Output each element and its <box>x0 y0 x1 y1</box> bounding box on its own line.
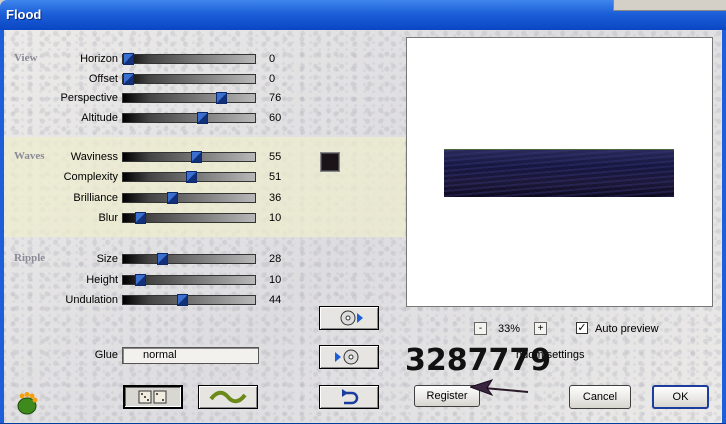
slider-value-undulation[interactable]: 44 <box>269 294 289 306</box>
slider-thumb-height[interactable] <box>135 274 146 286</box>
randomize-dice-button[interactable] <box>123 385 183 409</box>
slider-undulation[interactable] <box>122 294 256 306</box>
zoom-level: 33% <box>498 323 521 335</box>
slider-label-height: Height <box>86 274 118 286</box>
slider-thumb-brilliance[interactable] <box>167 192 178 204</box>
slider-label-size: Size <box>96 253 118 265</box>
slider-value-waviness[interactable]: 55 <box>269 151 289 163</box>
glue-select[interactable]: normal <box>122 347 259 364</box>
slider-offset[interactable] <box>122 73 256 85</box>
wave-icon <box>209 390 247 404</box>
slider-value-offset[interactable]: 0 <box>269 73 289 85</box>
slider-value-horizon[interactable]: 0 <box>269 53 289 65</box>
slider-thumb-offset[interactable] <box>123 73 134 85</box>
disc-forward-button[interactable] <box>319 306 379 330</box>
slider-thumb-altitude[interactable] <box>197 112 208 124</box>
slider-thumb-horizon[interactable] <box>123 53 134 65</box>
wave-color-swatch[interactable] <box>320 152 340 172</box>
window-title: Flood <box>6 7 42 22</box>
background-window-fragment <box>613 0 726 11</box>
slider-waviness[interactable] <box>122 151 256 163</box>
overlay-number: 3287779 <box>405 343 552 378</box>
cancel-button[interactable]: Cancel <box>569 385 631 409</box>
slider-label-undulation: Undulation <box>65 294 118 306</box>
window-border-right <box>722 30 726 423</box>
slider-value-size[interactable]: 28 <box>269 253 289 265</box>
dice-icon <box>138 390 167 404</box>
slider-thumb-size[interactable] <box>157 253 168 265</box>
slider-thumb-complexity[interactable] <box>186 171 197 183</box>
slider-label-altitude: Altitude <box>81 112 118 124</box>
slider-value-altitude[interactable]: 60 <box>269 112 289 124</box>
slider-thumb-waviness[interactable] <box>191 151 202 163</box>
slider-label-waviness: Waviness <box>70 151 118 163</box>
slider-altitude[interactable] <box>122 112 256 124</box>
slider-brilliance[interactable] <box>122 192 256 204</box>
pointer-arrow-icon <box>470 379 529 397</box>
disc-forward-icon <box>340 310 363 326</box>
slider-blur[interactable] <box>122 212 256 224</box>
slider-label-offset: Offset <box>88 73 118 85</box>
slider-complexity[interactable] <box>122 171 256 183</box>
slider-label-brilliance: Brilliance <box>73 192 118 204</box>
slider-thumb-blur[interactable] <box>135 212 146 224</box>
plugin-logo-icon <box>17 392 38 415</box>
undo-arrow-icon <box>342 389 359 405</box>
disc-back-button[interactable] <box>319 345 379 369</box>
slider-horizon[interactable] <box>122 53 256 65</box>
auto-preview-checkbox[interactable]: ✓ <box>576 322 588 334</box>
slider-value-height[interactable]: 10 <box>269 274 289 286</box>
slider-label-perspective: Perspective <box>60 92 118 104</box>
slider-size[interactable] <box>122 253 256 265</box>
slider-label-complexity: Complexity <box>63 171 118 183</box>
slider-value-perspective[interactable]: 76 <box>269 92 289 104</box>
wave-preset-button[interactable] <box>198 385 258 409</box>
zoom-in-button[interactable]: + <box>534 322 547 335</box>
zoom-out-button[interactable]: - <box>474 322 487 335</box>
slider-label-blur: Blur <box>98 212 118 224</box>
preview-pane[interactable] <box>406 37 713 307</box>
glue-label: Glue <box>94 349 118 361</box>
slider-height[interactable] <box>122 274 256 286</box>
auto-preview-label: Auto preview <box>595 323 659 335</box>
slider-perspective[interactable] <box>122 92 256 104</box>
undo-button[interactable] <box>319 385 379 409</box>
slider-label-horizon: Horizon <box>80 53 118 65</box>
slider-value-blur[interactable]: 10 <box>269 212 289 224</box>
disc-back-icon <box>335 349 359 365</box>
preview-image <box>444 149 674 197</box>
ok-button[interactable]: OK <box>652 385 709 409</box>
slider-thumb-undulation[interactable] <box>177 294 188 306</box>
slider-thumb-perspective[interactable] <box>216 92 227 104</box>
slider-value-brilliance[interactable]: 36 <box>269 192 289 204</box>
slider-value-complexity[interactable]: 51 <box>269 171 289 183</box>
